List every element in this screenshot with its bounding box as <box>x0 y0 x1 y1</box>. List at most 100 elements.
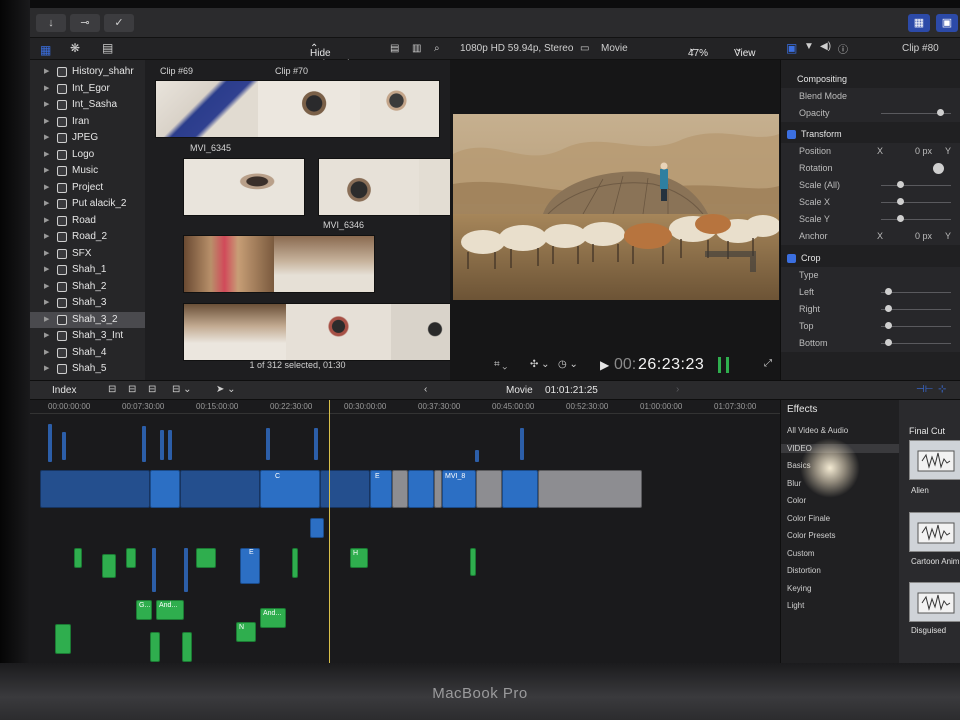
sidebar-event-item[interactable]: ▶ Shah_2 <box>30 279 145 296</box>
fullscreen-icon[interactable]: ⤢ <box>764 358 772 369</box>
clip-appearance-icon[interactable]: ▥ <box>412 43 421 54</box>
storyline-clip-mvi[interactable]: MVI_8 <box>442 470 476 508</box>
sidebar-event-item[interactable]: ▶ Shah_3_2 <box>30 311 145 328</box>
crop-top-knob[interactable] <box>885 322 892 329</box>
disclosure-triangle-icon[interactable]: ▶ <box>44 279 49 295</box>
play-button[interactable]: ▶ <box>600 358 609 372</box>
insert-clip-icon[interactable]: ⊟ <box>128 384 136 395</box>
connect-clip-icon[interactable]: ⊟ <box>108 384 116 395</box>
back-arrow-icon[interactable]: ‹ <box>424 384 427 395</box>
title-clip[interactable] <box>196 548 216 568</box>
effects-category-item[interactable]: All Video & Audio <box>787 426 848 435</box>
opacity-slider-knob[interactable] <box>937 109 944 116</box>
crop-left-knob[interactable] <box>885 288 892 295</box>
sidebar-event-item[interactable]: ▶ Project <box>30 180 145 197</box>
titles-icon[interactable]: ▤ <box>102 41 113 55</box>
scale-all-knob[interactable] <box>897 181 904 188</box>
scale-x-knob[interactable] <box>897 198 904 205</box>
audio-clip[interactable] <box>292 548 298 578</box>
disclosure-triangle-icon[interactable]: ▶ <box>44 213 49 229</box>
crop-bottom-knob[interactable] <box>885 339 892 346</box>
storyline-clip[interactable] <box>408 470 434 508</box>
info-inspector-icon[interactable]: ⓘ <box>838 41 848 56</box>
connected-clip[interactable] <box>160 430 164 460</box>
connected-clip[interactable] <box>62 432 66 460</box>
audio-clip[interactable] <box>74 548 82 568</box>
sidebar-event-item[interactable]: ▶ Int_Egor <box>30 81 145 98</box>
sidebar-event-item[interactable]: ▶ Music <box>30 163 145 180</box>
disclosure-triangle-icon[interactable]: ▶ <box>44 147 49 163</box>
title-clip-n[interactable]: N <box>236 622 256 642</box>
connected-clip[interactable] <box>184 548 188 592</box>
audio-clip[interactable] <box>470 548 476 576</box>
background-tasks-button[interactable]: ✓ <box>104 14 134 32</box>
anchor-x-field[interactable]: 0 px <box>915 228 932 245</box>
storyline-clip[interactable] <box>40 470 150 508</box>
compositing-section[interactable]: Compositing <box>781 71 960 88</box>
storyline-clip[interactable] <box>150 470 180 508</box>
sidebar-event-item[interactable]: ▶ Shah_3_Int <box>30 328 145 345</box>
timeline[interactable]: C E MVI_8 E H G... And... And... N <box>30 414 780 663</box>
filmstrip-clip-6345[interactable] <box>183 158 305 216</box>
zoom-dropdown[interactable]: 47% ⌄ <box>688 43 708 59</box>
disclosure-triangle-icon[interactable]: ▶ <box>44 163 49 179</box>
disclosure-triangle-icon[interactable]: ▶ <box>44 229 49 245</box>
connected-clip[interactable] <box>314 428 318 460</box>
storyline-clip[interactable] <box>502 470 538 508</box>
effect-tile-disguised[interactable] <box>909 582 960 622</box>
sidebar-event-item[interactable]: ▶ Shah_4 <box>30 345 145 362</box>
gap-clip[interactable] <box>434 470 442 508</box>
playhead[interactable] <box>329 400 330 663</box>
disclosure-triangle-icon[interactable]: ▶ <box>44 312 49 328</box>
gap-clip[interactable] <box>538 470 642 508</box>
speed-tool-icon[interactable]: ◷ ⌄ <box>558 359 578 370</box>
sidebar-event-item[interactable]: ▶ Shah_5 <box>30 361 145 378</box>
filmstrip-view-icon[interactable]: ▤ <box>390 43 399 54</box>
connected-clip[interactable] <box>520 428 524 460</box>
title-clip-h[interactable]: H <box>350 548 368 568</box>
libraries-icon[interactable]: ▦ <box>40 43 51 57</box>
filmstrip-clip-interior[interactable] <box>183 235 375 293</box>
sidebar-event-item[interactable]: ▶ Road <box>30 213 145 230</box>
import-button[interactable]: ↓ <box>36 14 66 32</box>
sidebar-event-item[interactable]: ▶ Road_2 <box>30 229 145 246</box>
overwrite-clip-icon[interactable]: ⊟ ⌄ <box>172 384 192 395</box>
rotation-dial[interactable] <box>933 163 944 174</box>
audio-clip[interactable] <box>182 632 192 662</box>
disclosure-triangle-icon[interactable]: ▶ <box>44 345 49 361</box>
title-clip-and[interactable]: And... <box>156 600 184 620</box>
audio-clip[interactable] <box>55 624 71 654</box>
connected-clip[interactable] <box>48 424 52 462</box>
disclosure-triangle-icon[interactable]: ▶ <box>44 114 49 130</box>
audio-clip[interactable] <box>126 548 136 568</box>
effects-category-item[interactable]: Light <box>787 601 804 610</box>
sidebar-event-item[interactable]: ▶ Logo <box>30 147 145 164</box>
gap-clip[interactable] <box>476 470 502 508</box>
sidebar-event-item[interactable]: ▶ SFX <box>30 246 145 263</box>
color-inspector-icon[interactable]: ▼ <box>804 41 814 52</box>
sidebar-event-item[interactable]: ▶ Put alacik_2 <box>30 196 145 213</box>
blend-mode-row[interactable]: Blend Mode <box>781 88 960 105</box>
keywords-button[interactable]: ⊸ <box>70 14 100 32</box>
disclosure-triangle-icon[interactable]: ▶ <box>44 130 49 146</box>
workspace-layout-button[interactable]: ▦ <box>908 14 930 32</box>
sidebar-event-item[interactable]: ▶ Shah_3 <box>30 295 145 312</box>
connected-clip[interactable] <box>152 548 156 592</box>
effects-category-item[interactable]: Distortion <box>787 566 821 575</box>
filmstrip-clip-wool[interactable] <box>183 303 470 361</box>
select-tool-icon[interactable]: ➤ ⌄ <box>216 384 236 395</box>
share-button[interactable]: ▣ <box>936 14 958 32</box>
crop-right-knob[interactable] <box>885 305 892 312</box>
position-x-field[interactable]: 0 px <box>915 143 932 160</box>
disclosure-triangle-icon[interactable]: ▶ <box>44 361 49 377</box>
search-icon[interactable]: ⌕ <box>434 43 440 54</box>
audio-skimming-icon[interactable]: ⊹ <box>938 384 946 395</box>
video-inspector-icon[interactable]: ▣ <box>786 41 797 55</box>
filmstrip-clip-6346[interactable] <box>318 158 470 216</box>
timeline-ruler[interactable]: 00:00:00:00 00:07:30:00 00:15:00:00 00:22:3… <box>30 400 780 414</box>
connected-clip[interactable] <box>168 430 172 460</box>
disclosure-triangle-icon[interactable]: ▶ <box>44 246 49 262</box>
crop-section[interactable]: Crop <box>781 250 960 267</box>
disclosure-triangle-icon[interactable]: ▶ <box>44 97 49 113</box>
effects-category-item[interactable]: Color Finale <box>787 514 830 523</box>
